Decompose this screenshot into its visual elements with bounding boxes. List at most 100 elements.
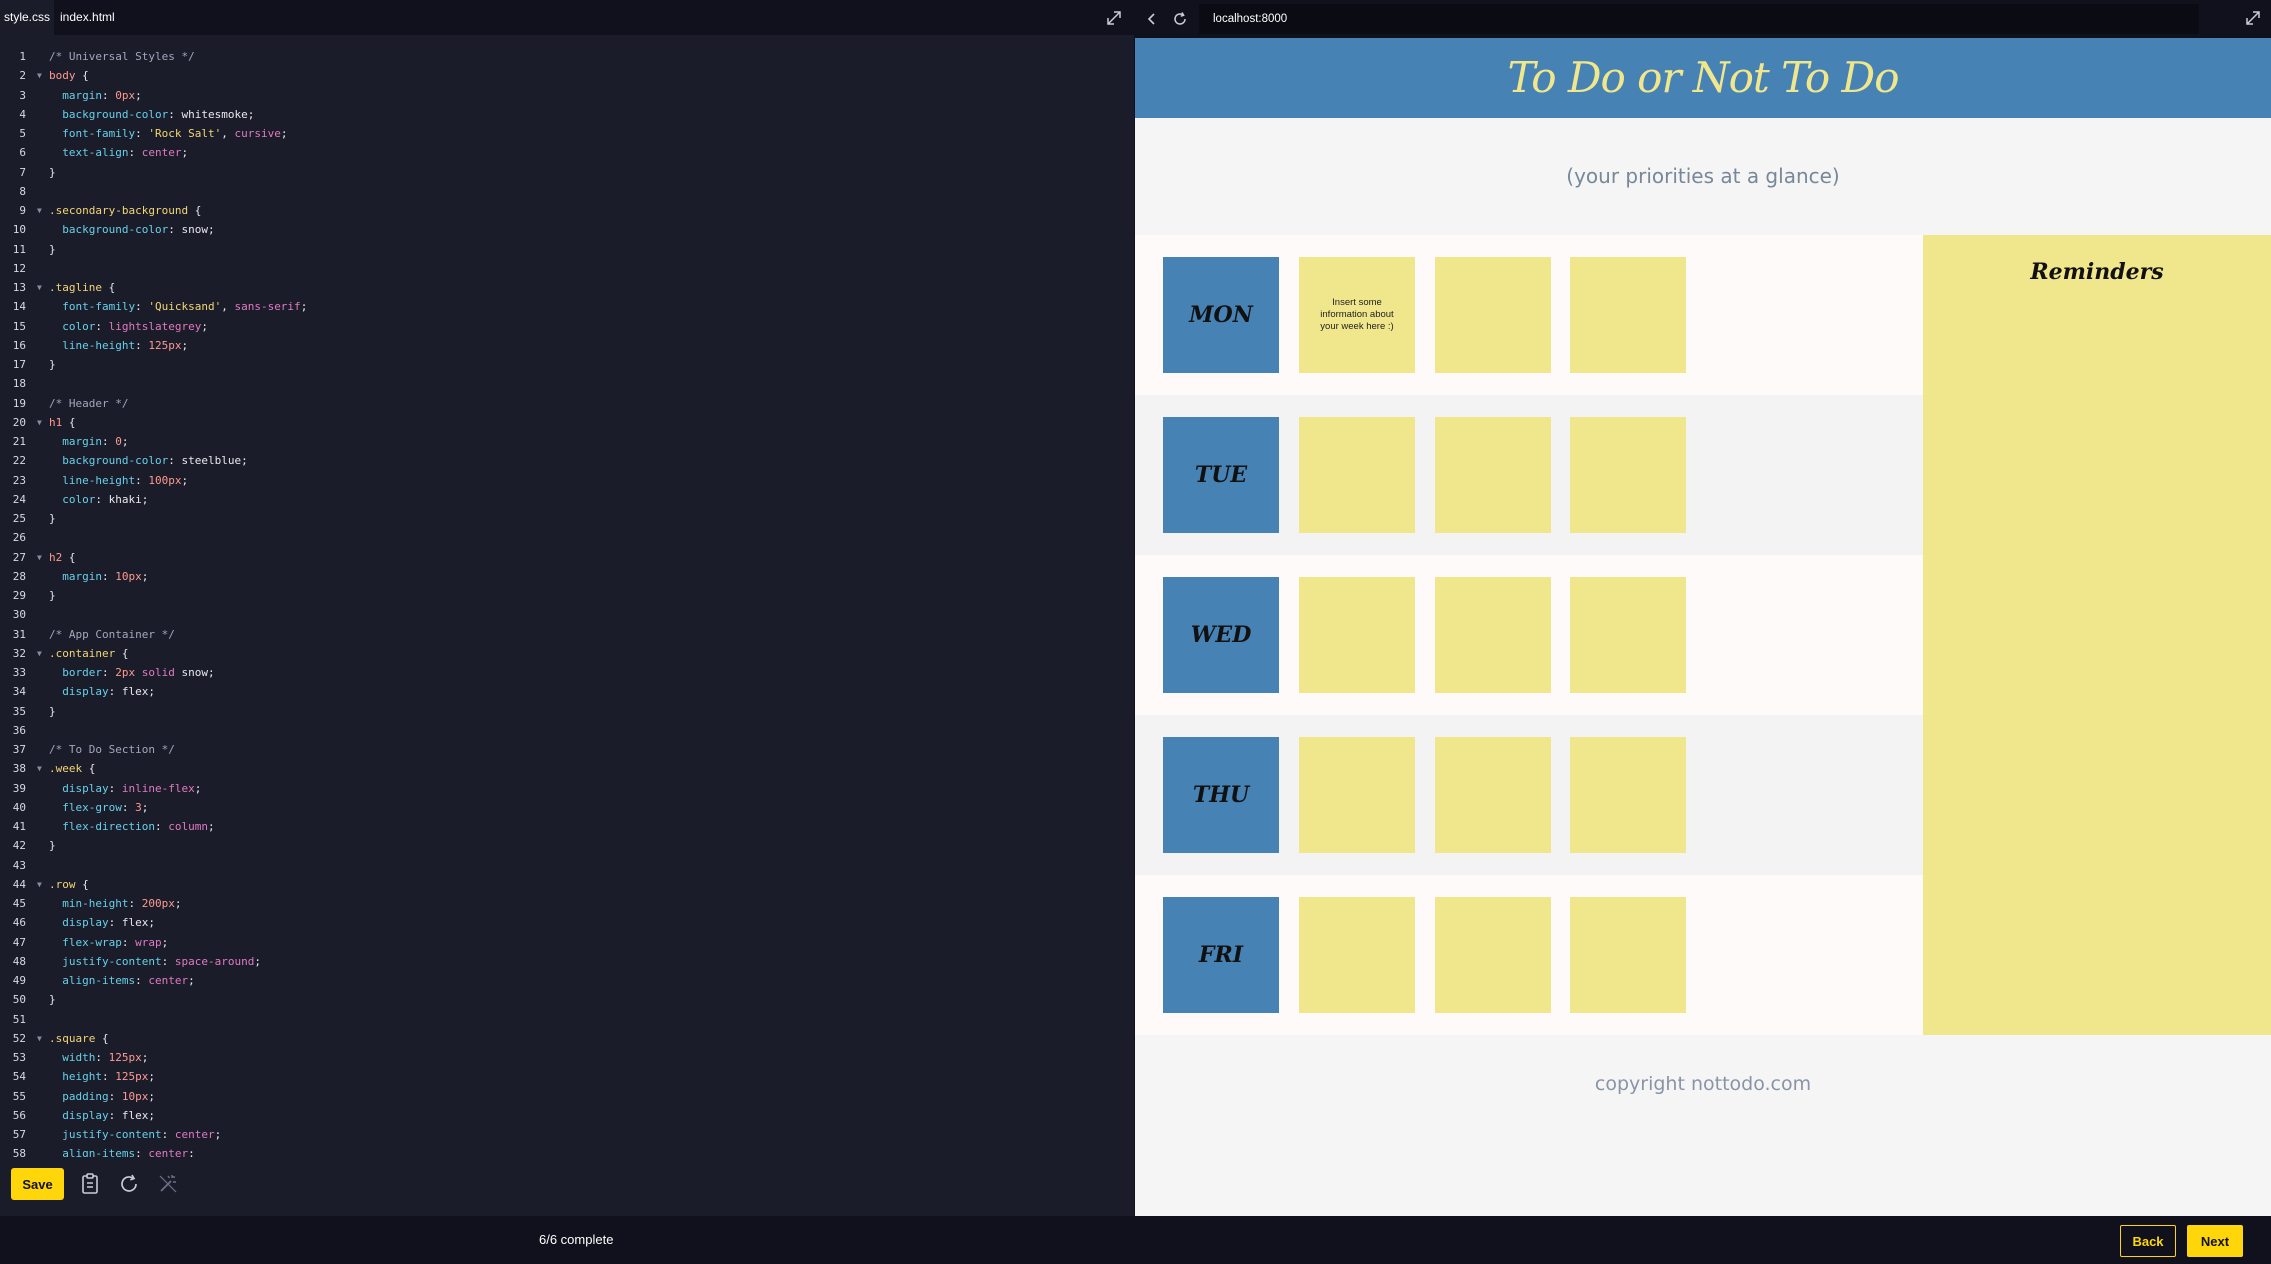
line-number: 34 [12,685,26,699]
code-token: font-family [49,300,136,314]
week-row: FRI [1135,875,1923,1035]
code-text: h2 { [49,548,76,567]
code-token: steelblue [181,454,242,468]
code-token: : [168,454,182,468]
note-square[interactable] [1435,577,1551,693]
code-line: 22 background-color: steelblue; [0,451,1134,470]
code-text: h1 { [49,413,76,432]
code-token: center [174,1128,215,1141]
code-token: ; [214,1128,222,1141]
code-token: ; [207,666,215,679]
reload-icon[interactable] [1171,10,1189,28]
expand-icon[interactable] [2243,8,2263,28]
fold-arrow-icon[interactable]: ▼ [37,1029,42,1048]
code-token: { [101,281,116,294]
note-square[interactable] [1299,897,1415,1013]
line-number: 13 [12,281,26,294]
code-token: ; [161,935,169,949]
code-editor[interactable]: 1/* Universal Styles */2 ▼ body {3 margin:… [0,47,1134,1157]
code-token: } [49,993,56,1007]
next-button[interactable]: Next [2187,1225,2243,1257]
note-square[interactable] [1299,417,1415,533]
code-token: margin [49,435,102,448]
code-token: : [101,666,116,679]
code-text: .container { [49,644,128,663]
code-line: 50} [0,990,1134,1009]
code-line: 37 /* To Do Section */ [0,740,1134,759]
code-token: 10px [121,1089,149,1103]
code-token: ; [207,820,215,833]
code-token: line-height [49,473,136,487]
code-text: min-height: 200px; [49,894,181,913]
note-square[interactable] [1570,737,1686,853]
code-token: ; [141,800,149,814]
code-line: 35} [0,702,1134,721]
code-token: ; [141,492,149,506]
code-line: 42} [0,836,1134,855]
note-square[interactable] [1570,577,1686,693]
note-square[interactable] [1570,897,1686,1013]
code-text: height: 125px; [49,1067,155,1086]
note-square[interactable] [1435,417,1551,533]
code-text: /* To Do Section */ [49,740,175,759]
fold-arrow-icon[interactable]: ▼ [37,759,42,778]
note-square[interactable] [1570,417,1686,533]
note-square[interactable] [1299,577,1415,693]
code-text: background-color: whitesmoke; [49,105,254,124]
back-button[interactable]: Back [2120,1225,2176,1257]
code-token: ; [207,223,215,237]
fold-arrow-icon[interactable]: ▼ [37,201,42,220]
code-token: space-around [174,954,255,968]
tab-style-css[interactable]: style.css [0,0,55,35]
fold-arrow-icon[interactable]: ▼ [37,66,42,85]
clipboard-icon[interactable] [78,1172,102,1196]
code-line: 32 ▼ .container { [0,644,1134,663]
code-token: } [49,165,56,179]
fold-arrow-icon[interactable]: ▼ [37,413,42,432]
fold-arrow-icon[interactable]: ▼ [37,548,42,567]
code-text: /* App Container */ [49,625,175,644]
code-token: ; [188,974,195,987]
line-number: 58 [12,1147,26,1157]
note-square[interactable] [1435,737,1551,853]
code-token: width [49,1051,96,1064]
fold-arrow-icon[interactable]: ▼ [37,875,42,894]
code-token: : [108,685,122,699]
url-bar[interactable]: localhost:8000 [1199,4,2199,34]
expand-icon[interactable] [1104,8,1124,28]
note-square[interactable]: Insert some information about your week … [1299,257,1415,373]
code-text: color: lightslategrey; [49,317,208,336]
fold-arrow-icon[interactable]: ▼ [37,278,42,297]
line-number: 55 [12,1089,26,1103]
note-square[interactable] [1435,257,1551,373]
week-row: MON Insert some information about your we… [1135,235,1923,395]
code-token: { [188,204,202,217]
note-square[interactable] [1299,737,1415,853]
code-text: /* Universal Styles */ [49,47,195,66]
refresh-icon[interactable] [117,1172,141,1196]
code-token: background-color [49,223,169,237]
note-square[interactable] [1570,257,1686,373]
code-line: 27 ▼ h2 { [0,548,1134,567]
code-token: justify-content [49,1128,162,1141]
code-token: : [161,1128,175,1141]
code-token: height [49,1070,102,1084]
save-button[interactable]: Save [11,1168,64,1200]
line-number: 2 [19,69,26,83]
note-square[interactable] [1435,897,1551,1013]
url-text: localhost:8000 [1213,13,1288,25]
magic-wand-icon[interactable] [156,1172,180,1196]
code-token: : [128,897,142,910]
code-text: font-family: 'Quicksand', sans-serif; [49,297,307,316]
code-token: ; [148,1089,155,1103]
code-text: background-color: steelblue; [49,451,247,470]
week-row: WED [1135,555,1923,715]
fold-arrow-icon[interactable]: ▼ [37,644,42,663]
code-line: 47 flex-wrap: wrap; [0,933,1134,952]
tab-index-html[interactable]: index.html [56,0,119,35]
code-line: 16 line-height: 125px; [0,336,1134,355]
back-arrow-icon[interactable] [1143,10,1161,28]
code-token: background-color [49,454,169,468]
code-token: /* App Container */ [49,627,175,641]
line-number: 5 [19,127,26,140]
